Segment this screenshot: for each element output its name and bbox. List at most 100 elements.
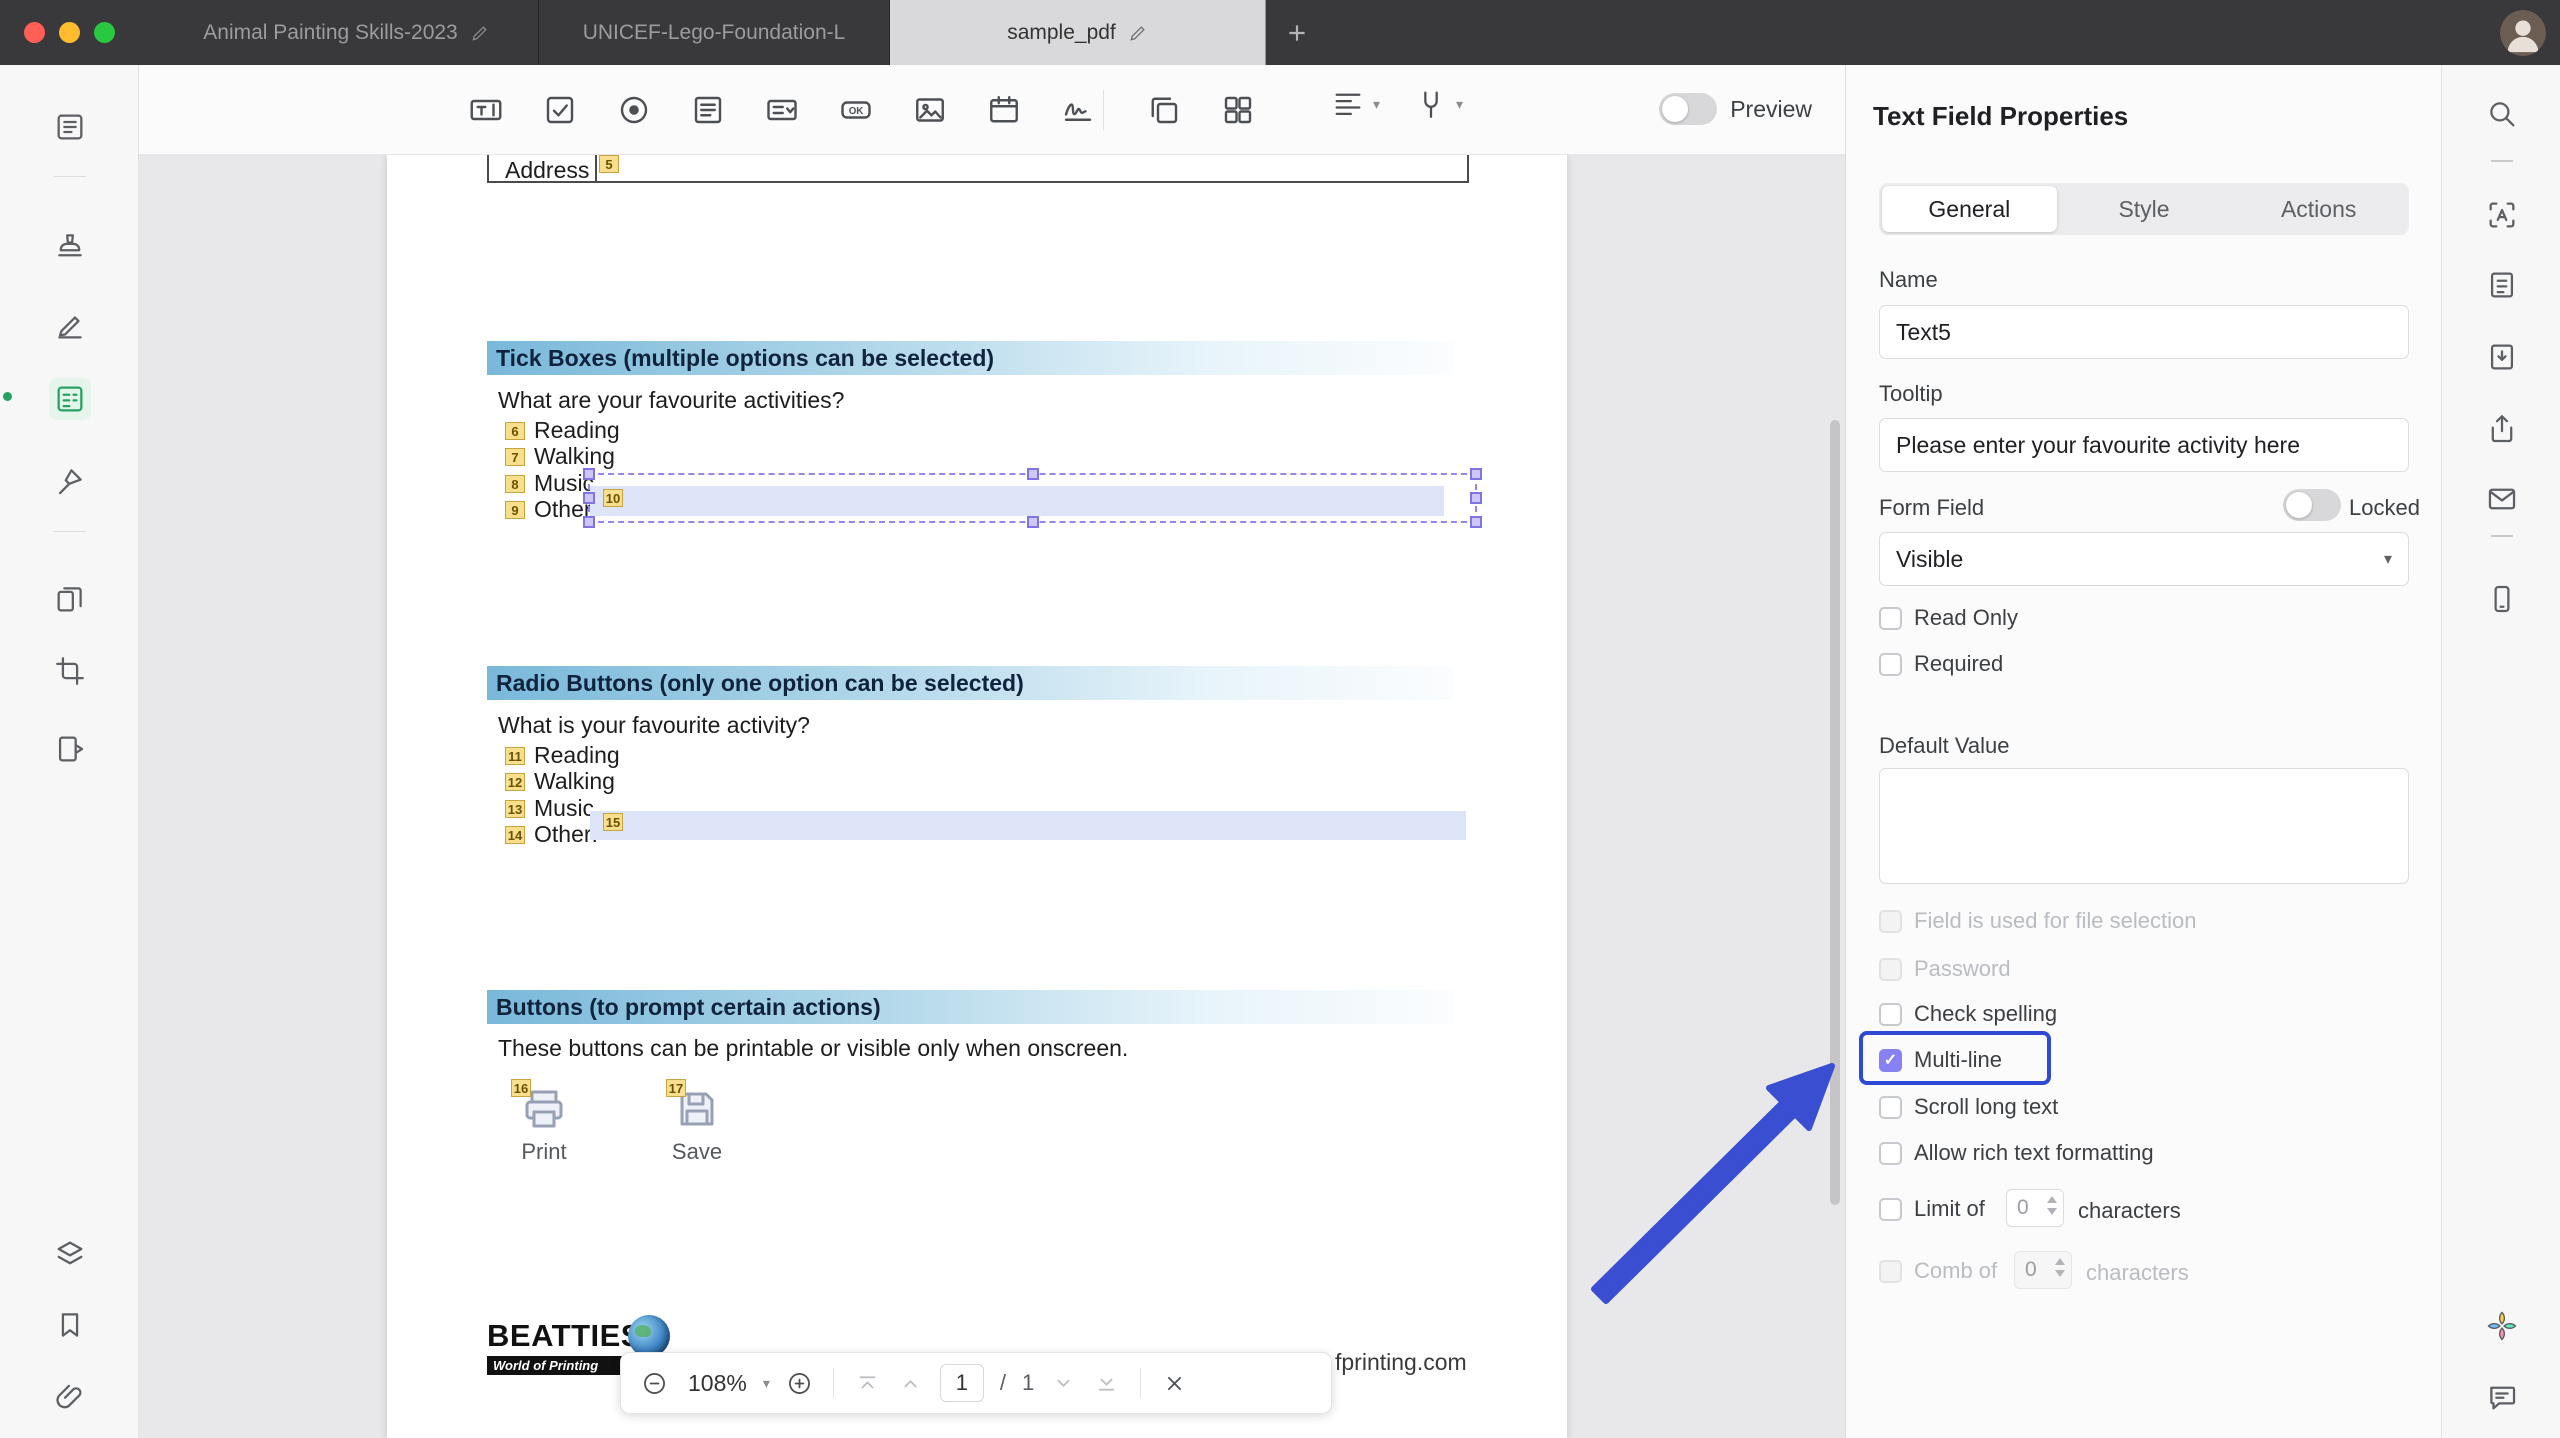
field-number-badge: 15: [603, 813, 623, 831]
page-separator: /: [1000, 1370, 1006, 1396]
signature-field-tool[interactable]: [1055, 87, 1101, 133]
attachments-panel-button[interactable]: [49, 1376, 91, 1418]
share-icon: [2485, 412, 2519, 446]
limit-count-input[interactable]: 0: [2006, 1189, 2064, 1227]
organize-pages-tool[interactable]: [49, 578, 91, 620]
resize-handle[interactable]: [1027, 468, 1039, 480]
chevron-down-icon[interactable]: ▾: [763, 1375, 770, 1392]
form-tool[interactable]: [49, 378, 91, 420]
device-button[interactable]: [2481, 578, 2523, 620]
feedback-button[interactable]: [2481, 1376, 2523, 1418]
sign-tool[interactable]: [49, 460, 91, 502]
tab-style[interactable]: Style: [2057, 186, 2232, 232]
resize-handle[interactable]: [1470, 492, 1482, 504]
stepper-down-icon[interactable]: [2047, 1208, 2057, 1215]
bookmarks-panel-button[interactable]: [49, 1304, 91, 1346]
ai-assistant-button[interactable]: [2481, 1305, 2523, 1347]
save-button-label: Save: [654, 1139, 740, 1165]
resize-handle[interactable]: [583, 516, 595, 528]
minimize-window-button[interactable]: [59, 22, 80, 43]
tab-animal-painting[interactable]: Animal Painting Skills-2023: [155, 0, 539, 65]
locked-toggle[interactable]: [2283, 489, 2341, 521]
rich-text-checkbox[interactable]: [1879, 1142, 1902, 1165]
next-page-button[interactable]: [1050, 1370, 1077, 1397]
radio-field-tool[interactable]: [611, 87, 657, 133]
list-box-tool[interactable]: [685, 87, 731, 133]
zoom-in-button[interactable]: [786, 1370, 813, 1397]
search-button[interactable]: [2481, 93, 2523, 135]
date-field-tool[interactable]: [981, 87, 1027, 133]
content-area: OK ▾: [139, 65, 1845, 1438]
tick-question: What are your favourite activities?: [498, 387, 844, 414]
document-tabs: Animal Painting Skills-2023 UNICEF-Lego-…: [155, 0, 1328, 65]
reader-view-tool[interactable]: [49, 106, 91, 148]
push-button-tool[interactable]: OK: [833, 87, 879, 133]
tab-unicef-lego[interactable]: UNICEF-Lego-Foundation-L: [539, 0, 890, 65]
rich-text-row: Allow rich text formatting: [1879, 1140, 2154, 1166]
field-tools-dropdown[interactable]: ▾: [1414, 87, 1463, 121]
selected-field-overlay[interactable]: [588, 473, 1477, 523]
zoom-level[interactable]: 108%: [688, 1370, 747, 1397]
share-button[interactable]: [2481, 408, 2523, 450]
properties-tabs: General Style Actions: [1879, 183, 2409, 235]
resize-handle[interactable]: [1027, 516, 1039, 528]
current-page-input[interactable]: 1: [940, 1364, 984, 1402]
check-spelling-checkbox[interactable]: [1879, 1003, 1902, 1026]
buttons-section-header: Buttons (to prompt certain actions): [487, 990, 1453, 1024]
convert-tool[interactable]: [49, 728, 91, 770]
resize-handle[interactable]: [1470, 516, 1482, 528]
text-field-tool[interactable]: [463, 87, 509, 133]
annotate-tool[interactable]: [49, 305, 91, 347]
resize-handle[interactable]: [1470, 468, 1482, 480]
close-window-button[interactable]: [24, 22, 45, 43]
tooltip-input[interactable]: [1879, 418, 2409, 472]
last-page-button[interactable]: [1093, 1370, 1120, 1397]
read-only-checkbox[interactable]: [1879, 607, 1902, 630]
first-page-button[interactable]: [854, 1370, 881, 1397]
layers-panel-button[interactable]: [49, 1233, 91, 1275]
field-number-badge: 17: [666, 1079, 686, 1097]
user-avatar[interactable]: [2500, 10, 2546, 56]
attachment-icon: [53, 1380, 87, 1414]
download-doc-button[interactable]: [2481, 336, 2523, 378]
combo-box-tool[interactable]: [759, 87, 805, 133]
required-checkbox[interactable]: [1879, 653, 1902, 676]
crop-tool[interactable]: [49, 650, 91, 692]
new-tab-button[interactable]: [1266, 0, 1328, 65]
radio-option-label: Other:: [534, 821, 598, 848]
visibility-dropdown[interactable]: Visible ▾: [1879, 532, 2409, 586]
radio-option-label: Reading: [534, 742, 620, 769]
stepper-arrows[interactable]: [2047, 1196, 2057, 1215]
vertical-scrollbar[interactable]: [1830, 420, 1840, 1205]
checkbox-field-tool[interactable]: [537, 87, 583, 133]
scroll-long-text-checkbox[interactable]: [1879, 1096, 1902, 1119]
radio-other-text-field[interactable]: [590, 811, 1466, 840]
name-input[interactable]: [1879, 305, 2409, 359]
duplicate-fields-button[interactable]: [1141, 87, 1187, 133]
image-field-tool[interactable]: [907, 87, 953, 133]
resize-handle[interactable]: [583, 492, 595, 504]
alignment-dropdown[interactable]: ▾: [1331, 87, 1380, 121]
radio-section-header: Radio Buttons (only one option can be se…: [487, 666, 1453, 700]
tab-general[interactable]: General: [1882, 186, 2057, 232]
address-form-field[interactable]: [487, 155, 1469, 183]
tab-sample-pdf[interactable]: sample_pdf: [890, 0, 1266, 65]
preview-toggle[interactable]: [1659, 93, 1717, 125]
default-value-textarea[interactable]: [1879, 768, 2409, 884]
resize-handle[interactable]: [583, 468, 595, 480]
zoom-window-button[interactable]: [94, 22, 115, 43]
document-button[interactable]: [2481, 264, 2523, 306]
layout-grid-button[interactable]: [1215, 87, 1261, 133]
ai-assistant-icon: [2485, 1309, 2519, 1343]
text-field-properties-panel: Text Field Properties General Style Acti…: [1845, 65, 2441, 1438]
previous-page-button[interactable]: [897, 1370, 924, 1397]
bookmark-icon: [53, 1308, 87, 1342]
limit-checkbox[interactable]: [1879, 1198, 1902, 1221]
stepper-up-icon[interactable]: [2047, 1196, 2057, 1203]
stamp-tool[interactable]: [49, 225, 91, 267]
ocr-button[interactable]: [2481, 194, 2523, 236]
mail-button[interactable]: [2481, 478, 2523, 520]
tab-actions[interactable]: Actions: [2231, 186, 2406, 232]
zoom-out-button[interactable]: [641, 1370, 668, 1397]
close-zoombar-button[interactable]: [1161, 1370, 1188, 1397]
